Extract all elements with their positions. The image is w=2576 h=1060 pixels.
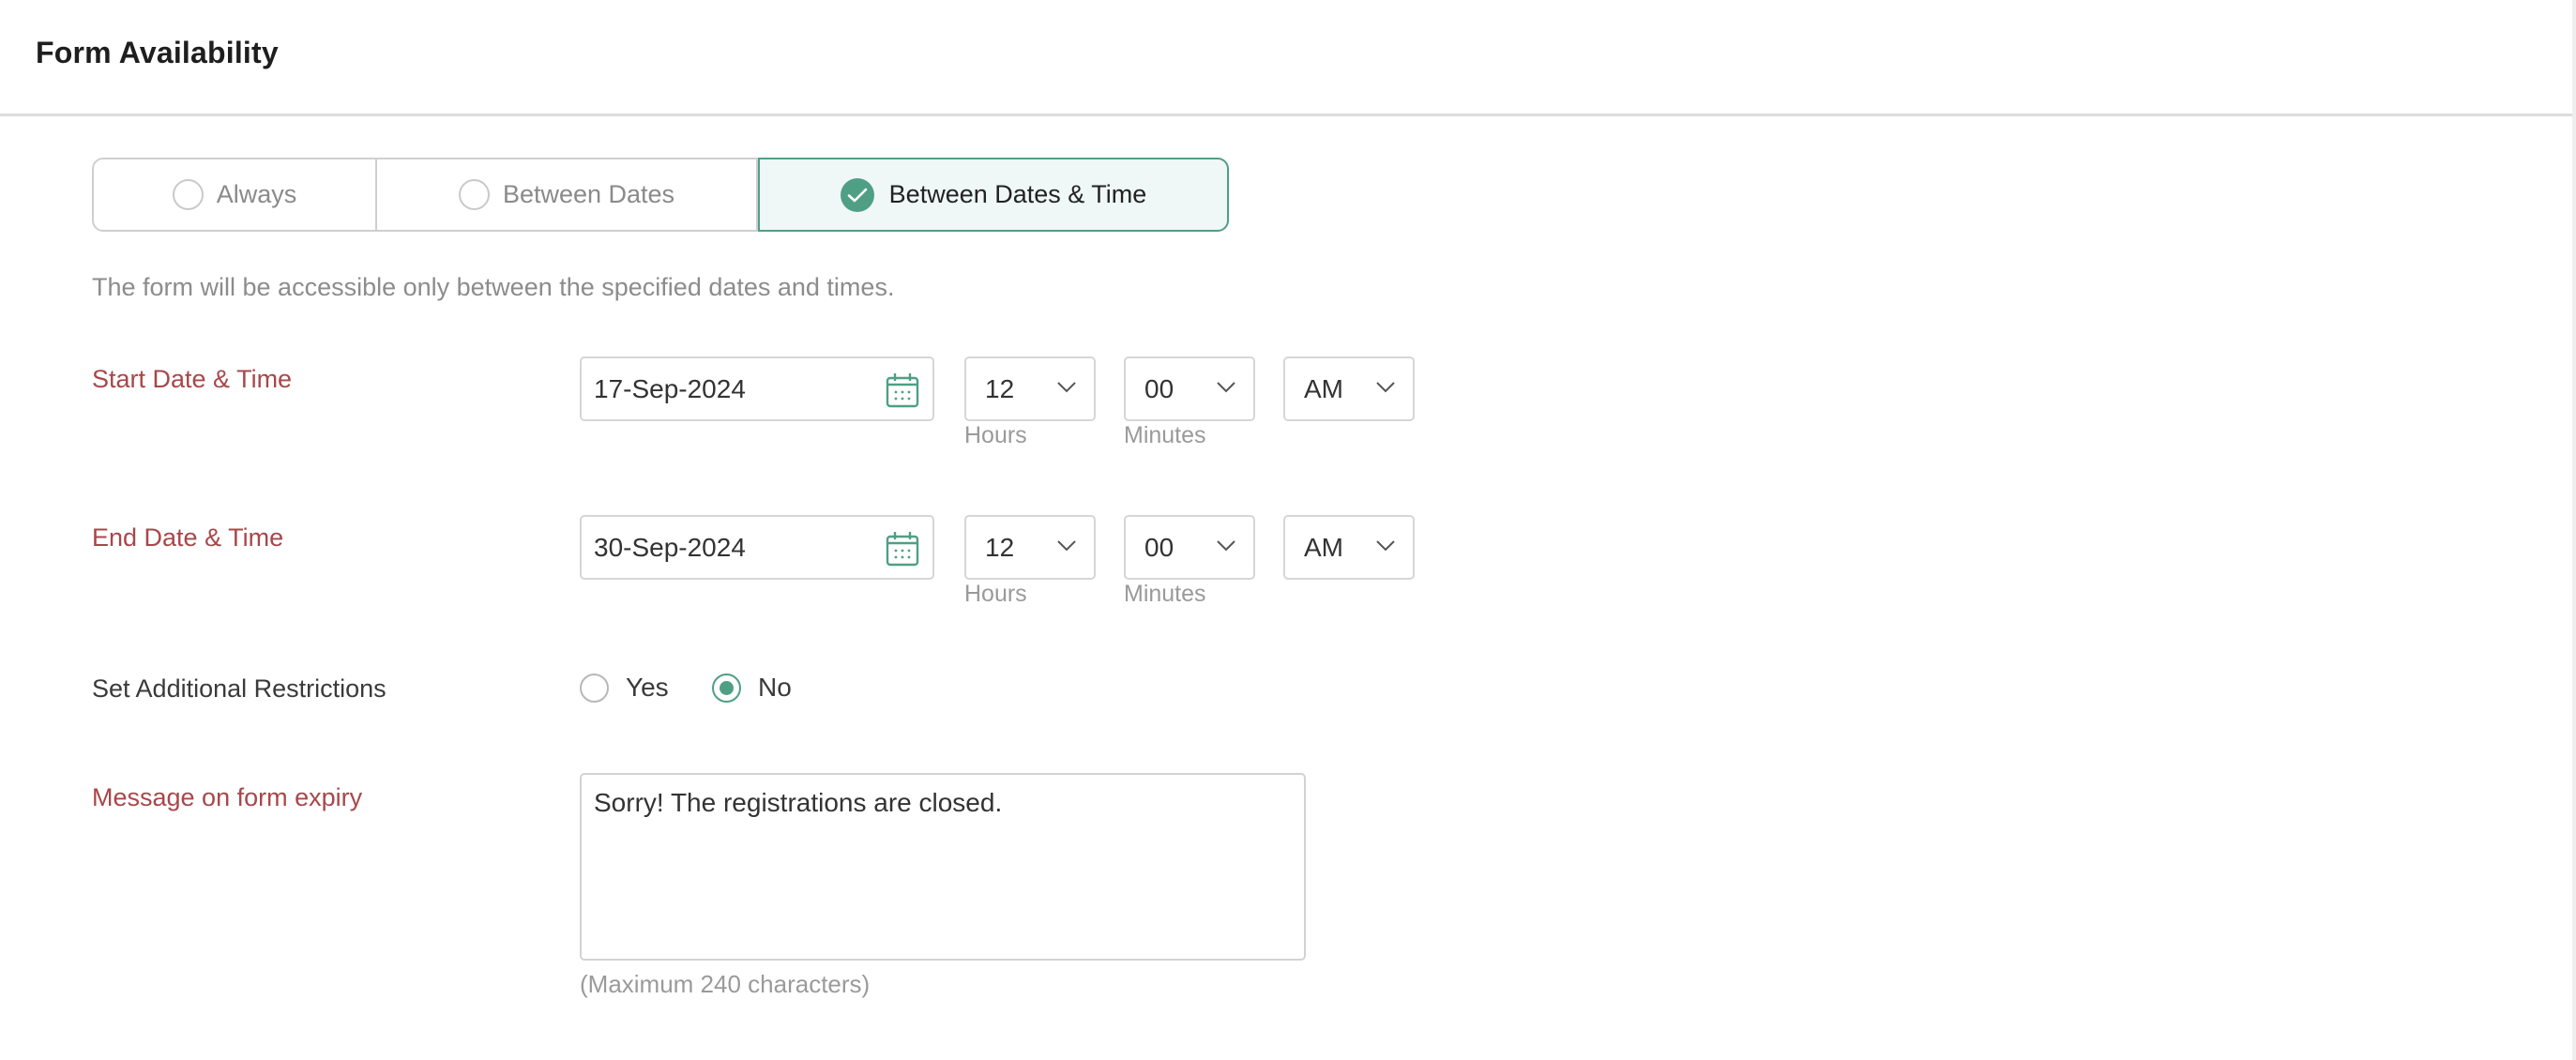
chevron-down-icon [1217, 382, 1235, 393]
radio-unchecked-icon [580, 673, 609, 703]
expiry-message-textarea[interactable]: Sorry! The registrations are closed. [580, 773, 1306, 961]
end-minutes-value: 00 [1144, 532, 1174, 562]
start-datetime-label: Start Date & Time [92, 365, 293, 393]
end-hours-caption: Hours [964, 581, 1027, 607]
start-period-select[interactable]: AM [1283, 356, 1415, 421]
character-limit-note: (Maximum 240 characters) [580, 970, 871, 998]
chevron-down-icon [1376, 540, 1395, 552]
restrictions-label: Set Additional Restrictions [92, 674, 386, 703]
end-minutes-caption: Minutes [1124, 581, 1206, 607]
start-date-input[interactable]: 17-Sep-2024 [580, 356, 934, 421]
radio-checked-icon [712, 673, 741, 703]
start-date-value: 17-Sep-2024 [594, 373, 746, 403]
start-minutes-select[interactable]: 00 [1124, 356, 1255, 421]
end-hours-select[interactable]: 12 [964, 515, 1096, 580]
chevron-down-icon [1217, 540, 1235, 552]
chevron-down-icon [1057, 540, 1076, 552]
calendar-icon[interactable] [886, 531, 919, 567]
start-hours-value: 12 [985, 373, 1015, 403]
start-hours-caption: Hours [964, 422, 1027, 448]
page-header: Form Availability [0, 0, 2572, 116]
expiry-message-label: Message on form expiry [92, 783, 363, 811]
radio-label: No [758, 673, 792, 702]
radio-unchecked-icon [172, 179, 204, 210]
option-label: Between Dates & Time [888, 180, 1147, 208]
chevron-down-icon [1057, 382, 1076, 393]
radio-unchecked-icon [458, 179, 490, 210]
restrictions-yes-radio[interactable]: Yes [580, 673, 669, 703]
option-label: Between Dates [502, 180, 675, 208]
end-period-select[interactable]: AM [1283, 515, 1415, 580]
start-minutes-caption: Minutes [1124, 422, 1206, 448]
chevron-down-icon [1376, 382, 1395, 393]
option-between-dates-and-time[interactable]: Between Dates & Time [758, 158, 1229, 232]
page-title: Form Availability [36, 36, 279, 69]
start-minutes-value: 00 [1144, 373, 1174, 403]
end-date-input[interactable]: 30-Sep-2024 [580, 515, 934, 580]
end-date-value: 30-Sep-2024 [594, 532, 746, 562]
end-datetime-label: End Date & Time [92, 523, 284, 552]
end-period-value: AM [1304, 532, 1343, 562]
radio-label: Yes [626, 673, 669, 702]
option-always[interactable]: Always [92, 158, 377, 232]
restrictions-no-radio[interactable]: No [712, 673, 792, 703]
start-period-value: AM [1304, 373, 1343, 403]
option-label: Always [216, 180, 297, 208]
start-hours-select[interactable]: 12 [964, 356, 1096, 421]
availability-hint: The form will be accessible only between… [92, 273, 895, 301]
calendar-icon[interactable] [886, 372, 919, 408]
window-edge [2572, 0, 2576, 1060]
end-minutes-select[interactable]: 00 [1124, 515, 1255, 580]
check-circle-icon [840, 177, 874, 212]
end-hours-value: 12 [985, 532, 1015, 562]
availability-segmented-control: Always Between Dates Between Dates & Tim… [92, 158, 1229, 232]
option-between-dates[interactable]: Between Dates [377, 158, 758, 232]
